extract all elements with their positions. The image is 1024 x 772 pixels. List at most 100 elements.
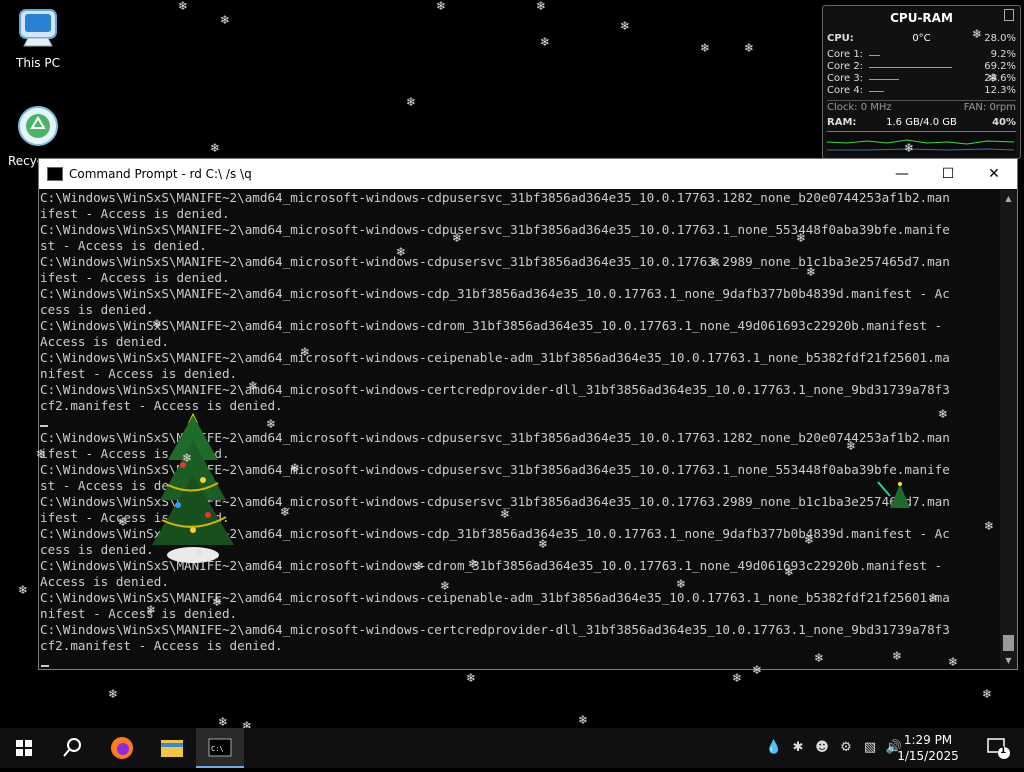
scroll-down-arrow-icon[interactable]: ▼ xyxy=(1000,652,1017,669)
snowflake-icon: ❄ xyxy=(744,41,755,55)
console-line: C:\Windows\WinSxS\MANIFE~2\amd64_microso… xyxy=(40,318,943,333)
gadget-close-icon[interactable] xyxy=(1004,9,1014,21)
snowflake-icon: ❄ xyxy=(396,245,407,259)
snowflake-icon: ❄ xyxy=(972,27,983,41)
console-line: C:\Windows\WinSxS\MANIFE~2\amd64_microso… xyxy=(40,622,950,637)
cpu-history-graph xyxy=(827,131,1016,154)
core-usage-fill xyxy=(869,79,899,80)
console-line: nifest - Access is denied. xyxy=(40,606,238,621)
ram-row: RAM: 1.6 GB/4.0 GB 40% xyxy=(827,117,1016,129)
snowflake-icon: ❄ xyxy=(468,557,479,571)
snowflake-icon: ❄ xyxy=(540,35,551,49)
this-pc-desktop-icon[interactable]: This PC xyxy=(0,6,76,70)
core-usage-bar xyxy=(869,91,989,92)
snowflake-icon: ❄ xyxy=(182,451,193,465)
snowflake-icon: ❄ xyxy=(18,583,29,597)
snowflake-icon: ❄ xyxy=(218,715,229,729)
snowflake-icon: ❄ xyxy=(290,461,301,475)
cpu-row: CPU: 0°C 28.0% xyxy=(827,33,1016,45)
core-usage-bar xyxy=(869,79,989,80)
recycle-bin-icon xyxy=(16,104,60,148)
snowflake-icon: ❄ xyxy=(500,507,511,521)
water-drop-icon[interactable]: 💧 xyxy=(762,728,786,768)
core-row: Core 1: 9.2% xyxy=(827,49,1016,61)
clock-readout: Clock: 0 MHz xyxy=(827,102,892,113)
core-usage-bar xyxy=(869,55,989,56)
snowflake-icon: ❄ xyxy=(892,649,903,663)
file-explorer-taskbar-button[interactable] xyxy=(148,728,196,768)
scroll-thumb[interactable] xyxy=(1003,635,1014,651)
start-button[interactable] xyxy=(0,728,48,768)
snowflake-icon: ❄ xyxy=(108,687,119,701)
snowflake-icon: ❄ xyxy=(846,439,857,453)
console-line: C:\Windows\WinSxS\MANIFE~2\amd64_microso… xyxy=(40,382,950,397)
console-line: Access is denied. xyxy=(40,334,169,349)
firefox-taskbar-button[interactable] xyxy=(98,728,146,768)
minimize-button[interactable]: — xyxy=(879,159,925,189)
taskbar-clock[interactable]: 1:29 PM 1/15/2025 xyxy=(888,732,968,764)
console-line: C:\Windows\WinSxS\MANIFE~2\amd64_microso… xyxy=(40,190,950,205)
notification-count: 1 xyxy=(1000,746,1007,756)
console-line: nifest - Access is denied. xyxy=(40,366,238,381)
snowflake-icon: ❄ xyxy=(146,603,157,617)
snowflake-icon: ❄ xyxy=(414,559,425,573)
console-line: Access is denied. xyxy=(40,574,169,589)
snowflake-icon: ❄ xyxy=(536,0,547,13)
snowflake-icon: ❄ xyxy=(152,317,163,331)
snowflake-icon: ❄ xyxy=(948,655,959,669)
close-button[interactable]: ✕ xyxy=(971,159,1017,189)
console-line: C:\Windows\WinSxS\MANIFE~2\amd64_microso… xyxy=(40,350,950,365)
key-icon[interactable]: ⚙ xyxy=(834,728,858,768)
gadget-title: CPU-RAM xyxy=(890,11,953,25)
console-line: st - Access is denied. xyxy=(40,238,207,253)
console-line: C:\Windows\WinSxS\MANIFE~2\amd64_microso… xyxy=(40,254,950,269)
core-row: Core 4: 12.3% xyxy=(827,85,1016,97)
snowflake-icon: ❄ xyxy=(220,13,231,27)
snowflake-icon: ❄ xyxy=(538,537,549,551)
command-prompt-taskbar-button[interactable]: C:\ xyxy=(196,728,244,768)
snowflake-icon: ❄ xyxy=(280,505,291,519)
taskbar: C:\ 💧 ✱ ☻ ⚙ ▧ 🔊 1:29 PM 1/15/2025 1 xyxy=(0,728,1024,768)
small-christmas-tree-icon xyxy=(876,478,912,514)
core-usage-fill xyxy=(869,67,952,68)
window-title-bar[interactable]: Command Prompt - rd C:\ /s \q — ☐ ✕ xyxy=(39,159,1017,189)
network-icon[interactable]: ▧ xyxy=(858,728,882,768)
ram-percent: 40% xyxy=(992,117,1016,128)
cpu-percent: 28.0% xyxy=(984,33,1016,44)
scroll-up-arrow-icon[interactable]: ▲ xyxy=(1000,190,1017,207)
vertical-scrollbar[interactable]: ▲ ▼ xyxy=(1000,190,1017,669)
clock-date: 1/15/2025 xyxy=(897,749,959,763)
text-cursor xyxy=(40,425,48,427)
search-button[interactable] xyxy=(48,728,96,768)
snowflake-icon: ❄ xyxy=(732,671,743,685)
console-line: C:\Windows\WinSxS\MANIFE~2\amd64_microso… xyxy=(40,222,950,237)
svg-text:C:\: C:\ xyxy=(211,745,224,753)
snowflake-icon: ❄ xyxy=(436,0,447,13)
snowflake-icon: ❄ xyxy=(210,141,221,155)
search-icon xyxy=(63,738,81,757)
core-usage-bar xyxy=(869,67,989,68)
notification-center-button[interactable]: 1 xyxy=(986,736,1010,760)
snowflake-icon: ❄ xyxy=(804,533,815,547)
maximize-button[interactable]: ☐ xyxy=(925,159,971,189)
snowflake-icon: ❄ xyxy=(578,713,589,727)
console-line: C:\Windows\WinSxS\MANIFE~2\amd64_microso… xyxy=(40,286,950,301)
snowflake-icon: ❄ xyxy=(266,417,277,431)
text-cursor xyxy=(41,665,49,667)
windows-start-icon xyxy=(16,740,32,756)
snowflake-icon: ❄ xyxy=(300,345,311,359)
snowflake-icon: ❄ xyxy=(982,687,993,701)
snowflake-icon: ❄ xyxy=(984,519,995,533)
snowflake-icon[interactable]: ✱ xyxy=(786,728,810,768)
snowflake-icon: ❄ xyxy=(676,577,687,591)
snowflake-icon: ❄ xyxy=(814,651,825,665)
core-label: Core 4: xyxy=(827,85,864,96)
christmas-tree-icon xyxy=(148,405,238,570)
snowflake-icon: ❄ xyxy=(212,595,223,609)
core-percent: 12.3% xyxy=(984,85,1016,96)
snowflake-icon: ❄ xyxy=(440,579,451,593)
core-percent: 9.2% xyxy=(990,49,1016,60)
user-icon[interactable]: ☻ xyxy=(810,728,834,768)
snowflake-icon: ❄ xyxy=(452,231,463,245)
snowflake-icon: ❄ xyxy=(938,407,949,421)
